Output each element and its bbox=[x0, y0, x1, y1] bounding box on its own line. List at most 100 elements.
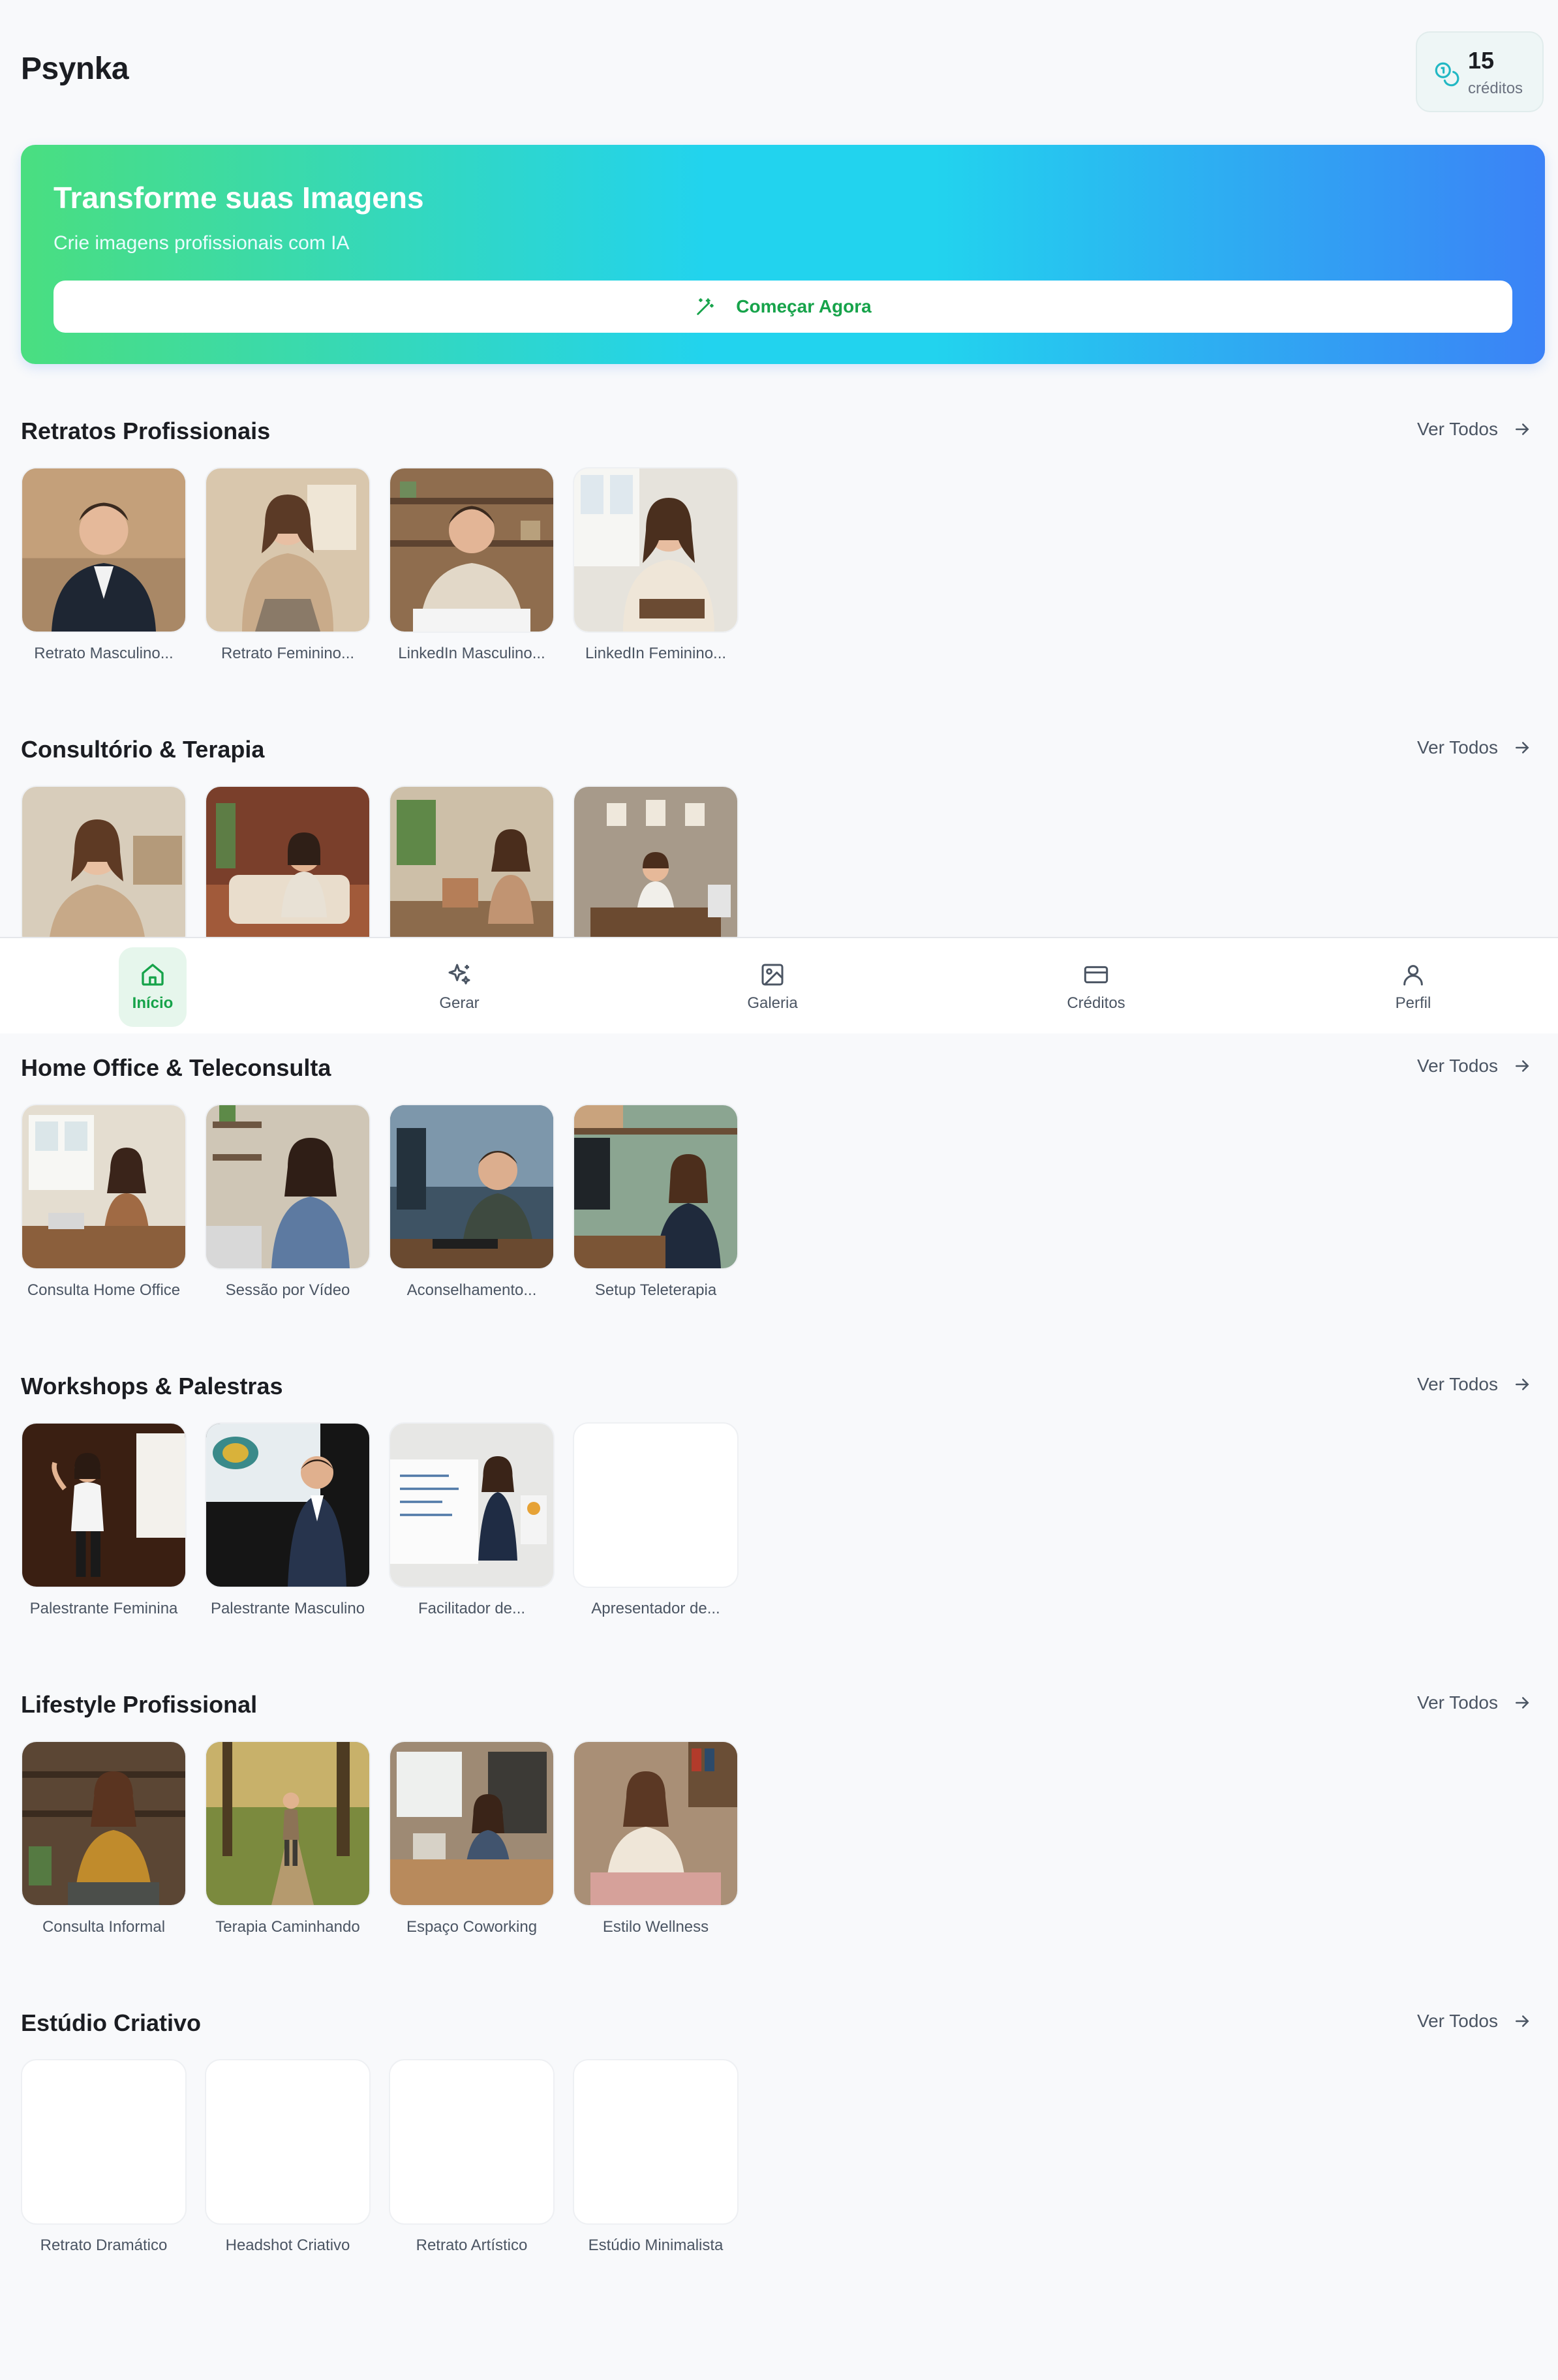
hero-title: Transforme suas Imagens bbox=[53, 181, 424, 215]
nav-item-inicio[interactable]: Início bbox=[119, 947, 187, 1027]
arrow-right-icon bbox=[1516, 2015, 1529, 2027]
section-title: Lifestyle Profissional bbox=[21, 1691, 258, 1718]
see-all-label: Ver Todos bbox=[1416, 1374, 1498, 1394]
see-all-link[interactable]: Ver Todos bbox=[1417, 737, 1532, 758]
arrow-right-icon bbox=[1516, 1379, 1529, 1390]
style-card[interactable]: Consulta Informal bbox=[21, 1741, 187, 1936]
card-label: Estilo Wellness bbox=[602, 1918, 709, 1936]
thumbnail-image bbox=[205, 1741, 371, 1906]
card-row: Consulta Informal Terapia Caminhando Esp… bbox=[21, 1741, 739, 1936]
magic-wand-icon bbox=[697, 298, 714, 315]
style-card[interactable]: Retrato Dramático bbox=[21, 2059, 187, 2255]
see-all-label: Ver Todos bbox=[1416, 419, 1498, 439]
see-all-label: Ver Todos bbox=[1416, 2011, 1498, 2031]
thumbnail-blank bbox=[389, 2059, 555, 2225]
credits-count: 15 bbox=[1468, 47, 1495, 74]
credits-badge[interactable]: 15 créditos bbox=[1416, 31, 1544, 112]
card-label: Consulta Informal bbox=[42, 1918, 166, 1936]
section-retratos: Retratos Profissionais Ver Todos Retrato… bbox=[0, 418, 1558, 736]
card-label: Sessão por Vídeo bbox=[225, 1281, 350, 1299]
card-row: Consulta Home Office Sessão por Vídeo Ac… bbox=[21, 1104, 739, 1300]
section-title: Retratos Profissionais bbox=[21, 418, 271, 444]
see-all-link[interactable]: Ver Todos bbox=[1417, 419, 1532, 440]
thumbnail-image bbox=[573, 1741, 739, 1906]
see-all-link[interactable]: Ver Todos bbox=[1417, 2011, 1532, 2032]
section-home-office: Home Office & Teleconsulta Ver Todos Con… bbox=[0, 1054, 1558, 1373]
style-card[interactable]: Retrato Masculino... bbox=[21, 467, 187, 663]
see-all-label: Ver Todos bbox=[1416, 737, 1498, 757]
start-now-button[interactable]: Começar Agora bbox=[53, 281, 1512, 333]
thumbnail-image bbox=[21, 1422, 187, 1588]
style-card[interactable]: Retrato Feminino... bbox=[205, 467, 371, 663]
card-label: Setup Teleterapia bbox=[594, 1281, 717, 1299]
app-header: Psynka 15 créditos bbox=[0, 0, 1558, 144]
card-label: Facilitador de... bbox=[418, 1600, 526, 1617]
style-card[interactable]: Sessão por Vídeo bbox=[205, 1104, 371, 1300]
card-label: Palestrante Masculino bbox=[210, 1600, 365, 1617]
style-card[interactable]: LinkedIn Masculino... bbox=[389, 467, 555, 663]
style-card[interactable]: Estúdio Minimalista bbox=[573, 2059, 739, 2255]
nav-item-creditos[interactable]: Créditos bbox=[1062, 947, 1130, 1027]
section-estudio: Estúdio Criativo Ver Todos Retrato Dramá… bbox=[0, 2009, 1558, 2328]
section-title: Workshops & Palestras bbox=[21, 1373, 283, 1399]
card-label: LinkedIn Masculino... bbox=[398, 645, 545, 662]
style-card[interactable]: Terapia Caminhando bbox=[205, 1741, 371, 1936]
home-icon bbox=[142, 964, 164, 986]
user-icon bbox=[1403, 965, 1423, 986]
style-card[interactable]: Retrato Artístico bbox=[389, 2059, 555, 2255]
app-title: Psynka bbox=[21, 52, 129, 86]
card-row: Retrato Masculino... Retrato Feminino...… bbox=[21, 467, 739, 663]
bottom-nav: Início Gerar Galeria Créditos Perfil bbox=[0, 937, 1558, 1033]
card-label: Retrato Feminino... bbox=[221, 645, 355, 662]
style-card[interactable]: Estilo Wellness bbox=[573, 1741, 739, 1936]
thumbnail-blank bbox=[21, 2059, 187, 2225]
thumbnail-image bbox=[21, 786, 187, 951]
style-card[interactable]: Palestrante Feminina bbox=[21, 1422, 187, 1618]
section-title: Consultório & Terapia bbox=[21, 736, 265, 763]
thumbnail-image bbox=[21, 467, 187, 633]
arrow-right-icon bbox=[1516, 1697, 1529, 1709]
see-all-link[interactable]: Ver Todos bbox=[1417, 1374, 1532, 1395]
start-now-label: Começar Agora bbox=[736, 296, 872, 316]
nav-label: Gerar bbox=[439, 994, 480, 1012]
style-card[interactable]: Apresentador de... bbox=[573, 1422, 739, 1618]
style-card[interactable]: Headshot Criativo bbox=[205, 2059, 371, 2255]
style-card[interactable]: Facilitador de... bbox=[389, 1422, 555, 1618]
thumbnail-image bbox=[205, 1422, 371, 1588]
card-label: Retrato Dramático bbox=[40, 2236, 168, 2254]
thumbnail-image bbox=[573, 1104, 739, 1270]
card-label: Espaço Coworking bbox=[406, 1918, 538, 1936]
nav-label: Galeria bbox=[747, 994, 798, 1012]
nav-item-galeria[interactable]: Galeria bbox=[739, 947, 806, 1027]
thumbnail-blank bbox=[573, 1422, 739, 1588]
style-card[interactable]: Setup Teleterapia bbox=[573, 1104, 739, 1300]
thumbnail-image bbox=[21, 1741, 187, 1906]
section-lifestyle: Lifestyle Profissional Ver Todos Consult… bbox=[0, 1691, 1558, 2009]
style-card[interactable]: Consulta Home Office bbox=[21, 1104, 187, 1300]
card-row: Retrato Dramático Headshot Criativo Retr… bbox=[21, 2059, 739, 2255]
style-card[interactable]: LinkedIn Feminino... bbox=[573, 467, 739, 663]
thumbnail-image bbox=[389, 786, 555, 951]
thumbnail-image bbox=[389, 467, 555, 633]
section-workshops: Workshops & Palestras Ver Todos Palestra… bbox=[0, 1373, 1558, 1691]
style-card[interactable]: Aconselhamento... bbox=[389, 1104, 555, 1300]
nav-label: Início bbox=[132, 994, 174, 1012]
see-all-link[interactable]: Ver Todos bbox=[1417, 1056, 1532, 1076]
card-label: Consulta Home Office bbox=[27, 1281, 181, 1299]
thumbnail-image bbox=[205, 467, 371, 633]
credit-card-icon bbox=[1084, 966, 1108, 984]
style-card[interactable]: Palestrante Masculino bbox=[205, 1422, 371, 1618]
card-label: LinkedIn Feminino... bbox=[585, 645, 727, 662]
image-icon bbox=[761, 964, 784, 986]
card-label: Estúdio Minimalista bbox=[588, 2236, 724, 2254]
arrow-right-icon bbox=[1516, 742, 1529, 754]
style-card[interactable]: Espaço Coworking bbox=[389, 1741, 555, 1936]
nav-item-gerar[interactable]: Gerar bbox=[425, 947, 493, 1027]
nav-item-perfil[interactable]: Perfil bbox=[1379, 947, 1447, 1027]
credits-label: créditos bbox=[1468, 80, 1523, 97]
see-all-label: Ver Todos bbox=[1416, 1056, 1498, 1076]
arrow-right-icon bbox=[1516, 423, 1529, 435]
nav-label: Créditos bbox=[1067, 994, 1125, 1012]
see-all-link[interactable]: Ver Todos bbox=[1417, 1692, 1532, 1713]
card-label: Retrato Artístico bbox=[416, 2236, 528, 2254]
